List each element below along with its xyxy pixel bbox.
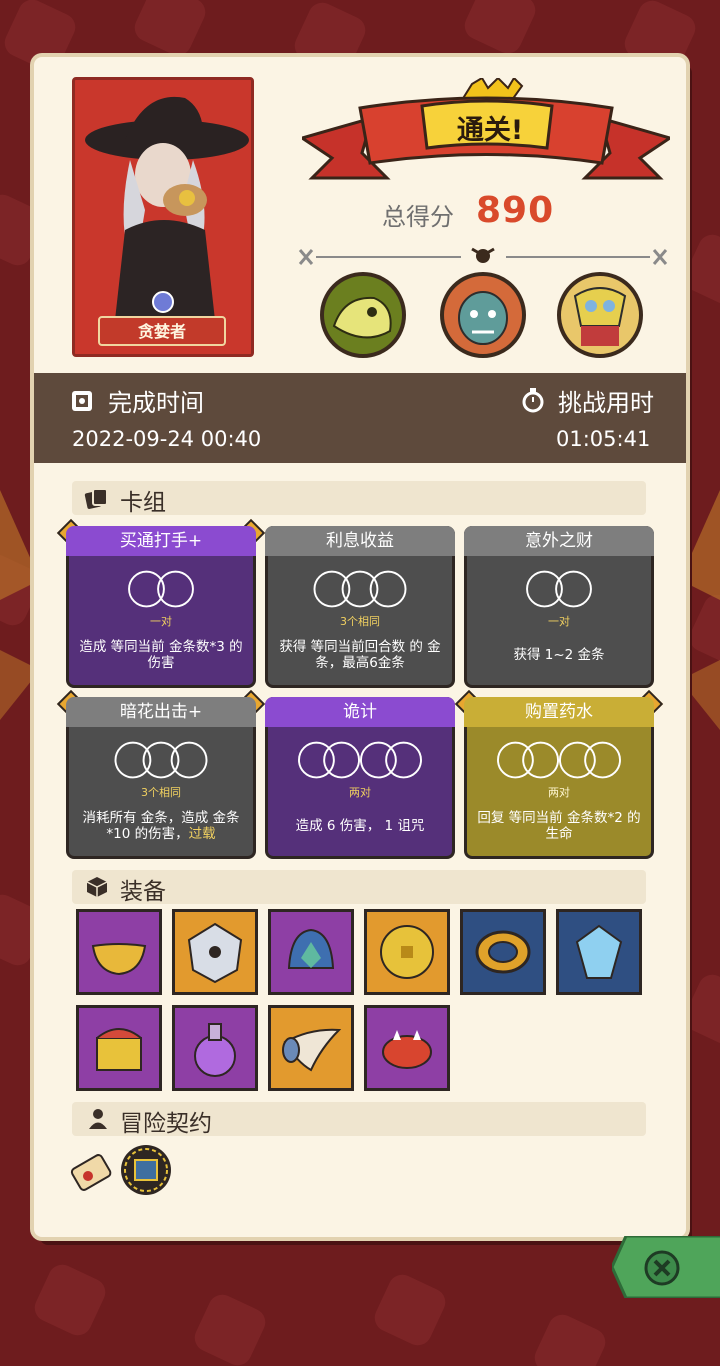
cards-icon <box>84 488 108 509</box>
card-li-xi-shou-yi[interactable]: 利息收益 3个相同 获得 等同当前回合数 的 金条，最高6金条 <box>265 526 455 688</box>
card-requirement: 一对 <box>150 615 172 628</box>
deck-title: 卡组 <box>120 490 166 516</box>
spiked-bracelet-icon[interactable] <box>364 1005 450 1091</box>
film-icon <box>72 391 92 411</box>
masked-demon-icon[interactable] <box>557 272 643 358</box>
card-gui-ji[interactable]: 诡计 两对 造成 6 伤害， 1 诅咒 <box>265 697 455 859</box>
card-description: 造成 6 伤害， 1 诅咒 <box>295 818 425 834</box>
scroll-contract-icon[interactable] <box>66 1144 118 1196</box>
chest-contract-icon[interactable] <box>118 1142 174 1198</box>
total-score-label: 总得分 <box>382 203 454 231</box>
card-description: 获得 1~2 金条 <box>513 647 605 663</box>
card-description: 消耗所有 金条，造成 金条*10 的伤害，过载 <box>82 810 240 842</box>
ogre-icon[interactable] <box>440 272 526 358</box>
treasure-chest-icon[interactable] <box>76 1005 162 1091</box>
gold-coin-icon[interactable] <box>364 909 450 995</box>
time-info-bar: 完成时间 2022-09-24 00:40 挑战用时 01:05:41 <box>34 373 686 463</box>
card-yi-wai-zhi-cai[interactable]: 意外之财 一对 获得 1~2 金条 <box>464 526 654 688</box>
card-requirement: 两对 <box>349 786 371 799</box>
card-requirement: 3个相同 <box>340 615 380 628</box>
dice-slots <box>114 741 208 779</box>
blue-gem-icon[interactable] <box>556 909 642 995</box>
crystal-dice-icon[interactable] <box>172 909 258 995</box>
dice-slots <box>497 741 621 779</box>
spiked-helmet-icon[interactable] <box>268 909 354 995</box>
card-name: 暗花出击+ <box>66 697 256 727</box>
character-name: 贪婪者 <box>98 316 226 346</box>
character-portrait <box>72 77 254 357</box>
dice-slots <box>313 570 407 608</box>
finish-time-label: 完成时间 <box>108 389 204 417</box>
challenge-time-label: 挑战用时 <box>558 389 654 417</box>
total-score-value: 890 <box>476 190 555 231</box>
contract-title: 冒险契约 <box>120 1111 212 1137</box>
box-icon <box>86 877 108 897</box>
card-name: 意外之财 <box>464 526 654 556</box>
card-requirement: 两对 <box>548 786 570 799</box>
cornucopia-horn-icon[interactable] <box>268 1005 354 1091</box>
card-description: 获得 等同当前回合数 的 金条，最高6金条 <box>279 639 441 671</box>
dice-slots <box>526 570 592 608</box>
equipment-title: 装备 <box>120 879 166 905</box>
deck-section-header: 卡组 <box>72 481 646 516</box>
dice-slots <box>128 570 194 608</box>
golden-bowl-icon[interactable] <box>76 909 162 995</box>
card-name: 买通打手+ <box>66 526 256 556</box>
contract-section-header: 冒险契约 <box>72 1102 646 1137</box>
card-requirement: 一对 <box>548 615 570 628</box>
leopard-ring-icon[interactable] <box>460 909 546 995</box>
card-requirement: 3个相同 <box>141 786 181 799</box>
finish-time-value: 2022-09-24 00:40 <box>72 427 262 451</box>
card-description: 造成 等同当前 金条数*3 的伤害 <box>79 639 243 671</box>
card-name: 利息收益 <box>265 526 455 556</box>
dice-slots <box>298 741 422 779</box>
stopwatch-icon <box>522 388 544 413</box>
card-name: 购置药水 <box>464 697 654 727</box>
card-an-hua-chu-ji[interactable]: 暗花出击+ 3个相同 消耗所有 金条，造成 金条*10 的伤害，过载 <box>56 689 266 859</box>
potion-flask-icon[interactable] <box>172 1005 258 1091</box>
skeleton-dragon-icon[interactable] <box>320 272 406 358</box>
card-gou-zhi-yao-shui[interactable]: 购置药水 两对 回复 等同当前 金条数*2 的生命 <box>454 689 664 859</box>
close-button[interactable] <box>612 1236 720 1298</box>
person-icon <box>89 1109 107 1129</box>
victory-title: 通关! <box>456 115 524 146</box>
challenge-time-value: 01:05:41 <box>556 427 651 451</box>
card-mai-tong-da-shou[interactable]: 买通打手+ 一对 造成 等同当前 金条数*3 的伤害 <box>56 518 266 688</box>
card-description: 回复 等同当前 金条数*2 的生命 <box>477 810 641 842</box>
equipment-section-header: 装备 <box>72 870 646 905</box>
boss-divider <box>298 247 668 265</box>
card-name: 诡计 <box>265 697 455 727</box>
